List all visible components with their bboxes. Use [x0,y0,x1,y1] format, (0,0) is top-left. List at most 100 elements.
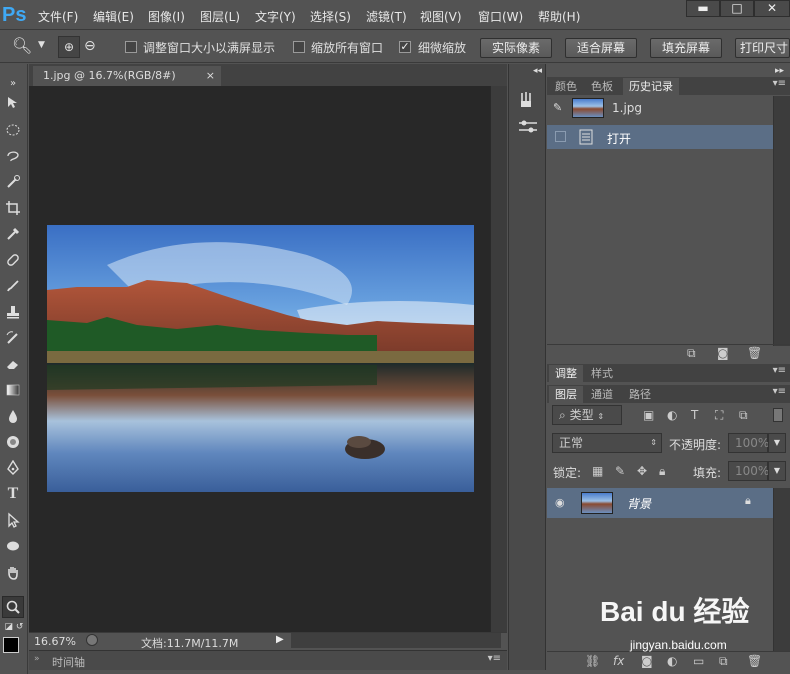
layer-row-background[interactable]: ◉ 背景 🔒︎ [547,488,773,518]
panel-menu-icon[interactable]: ▾≡ [773,386,786,397]
print-size-button[interactable]: 打印尺寸 [735,38,790,58]
new-layer-icon[interactable]: ⧉ [719,654,728,669]
eraser-tool-icon[interactable] [2,353,24,375]
history-brush-source-icon[interactable]: ✎ [553,101,562,114]
menu-select[interactable]: 选择(S) [310,8,351,25]
zoom-tool-active-icon[interactable] [2,596,24,618]
blur-tool-icon[interactable] [2,405,24,427]
zoom-out-icon[interactable]: ⊖ [84,38,96,54]
timeline-label[interactable]: 时间轴 [52,654,85,670]
filter-toggle[interactable] [773,408,783,422]
healing-brush-tool-icon[interactable] [2,249,24,271]
panel-menu-icon[interactable]: ▾≡ [773,365,786,376]
filter-adjustment-icon[interactable]: ◐ [667,408,677,422]
actual-pixels-button[interactable]: 实际像素 [480,38,552,58]
foreground-color-swatch[interactable] [3,637,19,653]
scrubby-zoom-checkbox[interactable]: ✓ [399,41,411,53]
collapse-arrows-icon[interactable]: ◂◂ [533,66,542,76]
history-step-open[interactable]: 打开 [547,125,773,149]
layer-style-icon[interactable]: fx [613,654,624,668]
zoom-tool-icon[interactable]: 🔍︎ [12,36,32,55]
menu-image[interactable]: 图像(I) [148,8,185,25]
fit-screen-button[interactable]: 适合屏幕 [565,38,637,58]
fill-dropdown-icon[interactable]: ▼ [768,461,786,481]
move-tool-icon[interactable] [2,92,24,114]
filter-type-icon[interactable]: T [691,408,698,422]
chevron-down-icon[interactable]: ▼ [38,40,45,50]
adjustment-layer-icon[interactable]: ◐ [667,654,677,668]
filter-shape-icon[interactable]: ⛶ [715,408,723,423]
menu-file[interactable]: 文件(F) [38,8,78,25]
hand-tool-icon[interactable] [2,561,24,583]
opacity-input[interactable]: 100% [728,433,769,453]
zoom-level[interactable]: 16.67% [34,635,76,648]
history-step-checkbox[interactable] [555,131,566,142]
history-scrollbar[interactable] [773,96,790,346]
status-info-icon[interactable] [86,634,98,646]
menu-type[interactable]: 文字(Y) [255,8,296,25]
maximize-button[interactable]: □ [720,0,754,17]
eye-visibility-icon[interactable]: ◉ [555,496,565,509]
lock-image-icon[interactable]: ✎ [615,464,625,478]
lock-transparency-icon[interactable]: ▦ [592,464,603,478]
swap-colors-icon[interactable]: ◪ ↺ [0,620,28,634]
document-tab[interactable]: 1.jpg @ 16.7%(RGB/8#) × [33,66,221,86]
trash-icon[interactable]: 🗑︎ [747,346,762,360]
brush-tool-icon[interactable] [2,275,24,297]
filter-pixel-icon[interactable]: ▣ [643,408,654,422]
menu-help[interactable]: 帮助(H) [538,8,580,25]
clone-stamp-tool-icon[interactable] [2,301,24,323]
resize-windows-checkbox[interactable] [125,41,137,53]
zoom-in-icon[interactable]: ⊕ [58,36,80,58]
horizontal-scrollbar[interactable] [291,633,501,648]
menu-layer[interactable]: 图层(L) [200,8,240,25]
tab-swatches[interactable]: 色板 [585,78,619,95]
new-document-from-state-icon[interactable]: ⧉ [687,346,696,361]
menu-view[interactable]: 视图(V) [420,8,462,25]
layer-filter-select[interactable]: ⌕ 类型 ⇕ [552,405,622,425]
zoom-all-checkbox[interactable] [293,41,305,53]
tool-presets-icon[interactable] [517,118,539,139]
menu-filter[interactable]: 滤镜(T) [366,8,407,25]
quick-select-tool-icon[interactable] [2,171,24,193]
pen-tool-icon[interactable] [2,457,24,479]
lock-position-icon[interactable]: ✥ [637,464,647,478]
close-button[interactable]: ✕ [754,0,790,17]
tab-paths[interactable]: 路径 [623,386,657,403]
menu-edit[interactable]: 编辑(E) [93,8,134,25]
dodge-tool-icon[interactable] [2,431,24,453]
type-tool-icon[interactable]: T [2,483,24,505]
status-menu-arrow-icon[interactable]: ▶ [276,634,284,645]
lock-all-icon[interactable]: 🔒︎ [659,464,665,479]
layers-scrollbar[interactable] [773,488,790,651]
brush-presets-icon[interactable] [517,90,537,113]
close-tab-icon[interactable]: × [206,66,215,86]
menu-window[interactable]: 窗口(W) [478,8,523,25]
tab-styles[interactable]: 样式 [585,365,619,382]
lasso-tool-icon[interactable] [2,145,24,167]
tab-channels[interactable]: 通道 [585,386,619,403]
fill-screen-button[interactable]: 填充屏幕 [650,38,722,58]
layer-mask-icon[interactable]: ◙ [641,654,653,668]
blend-mode-select[interactable]: 正常 ⇕ [552,433,662,453]
gradient-tool-icon[interactable] [2,379,24,401]
filter-smart-object-icon[interactable]: ⧉ [739,408,748,423]
marquee-tool-icon[interactable] [2,119,24,141]
panel-menu-icon[interactable]: ▾≡ [488,653,501,664]
tab-color[interactable]: 颜色 [549,78,583,95]
trash-icon[interactable]: 🗑︎ [747,654,762,668]
minimize-button[interactable]: ▬ [686,0,720,17]
link-layers-icon[interactable]: ⛓ [585,654,600,668]
collapse-arrows-icon[interactable]: » [2,72,24,94]
canvas-vertical-scrollbar[interactable] [490,86,507,632]
ellipse-shape-tool-icon[interactable] [2,535,24,557]
tab-layers[interactable]: 图层 [549,386,583,403]
panel-menu-icon[interactable]: ▾≡ [773,78,786,89]
new-group-icon[interactable]: ▭ [693,654,704,668]
opacity-dropdown-icon[interactable]: ▼ [768,433,786,453]
collapse-arrows-icon[interactable]: » [34,654,40,664]
history-brush-tool-icon[interactable] [2,327,24,349]
canvas-area[interactable] [29,86,490,632]
collapse-arrows-icon[interactable]: ▸▸ [775,66,784,76]
crop-tool-icon[interactable] [2,197,24,219]
